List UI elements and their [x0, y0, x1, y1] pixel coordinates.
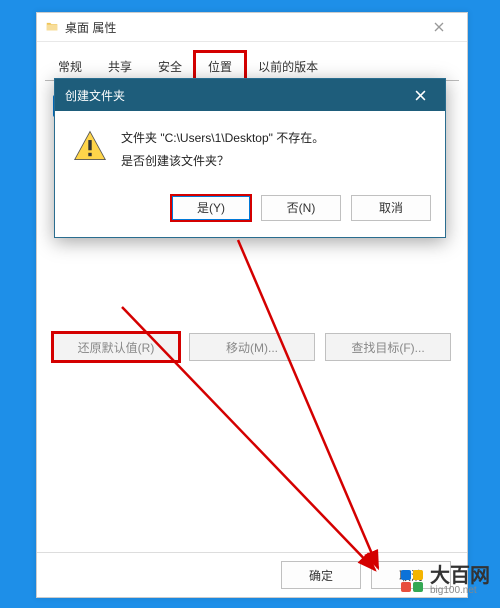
tab-location[interactable]: 位置: [195, 52, 245, 81]
window-close-button[interactable]: [419, 13, 459, 41]
tab-security[interactable]: 安全: [145, 52, 195, 80]
action-button-row: 还原默认值(R) 移动(M)... 查找目标(F)...: [53, 333, 451, 361]
close-icon: [415, 90, 426, 101]
move-button[interactable]: 移动(M)...: [189, 333, 315, 361]
folder-icon: [45, 20, 59, 34]
dialog-close-button[interactable]: [405, 79, 435, 111]
dialog-title-bar: 创建文件夹: [55, 79, 445, 111]
title-bar: 桌面 属性: [37, 13, 467, 42]
close-icon: [434, 22, 444, 32]
dialog-message: 文件夹 "C:\Users\1\Desktop" 不存在。 是否创建该文件夹？: [121, 127, 324, 173]
window-title: 桌面 属性: [65, 19, 116, 36]
find-target-button[interactable]: 查找目标(F)...: [325, 333, 451, 361]
dialog-cancel-button[interactable]: 取消: [351, 195, 431, 221]
dialog-message-line1: 文件夹 "C:\Users\1\Desktop" 不存在。: [121, 127, 324, 150]
watermark-domain: big100.net: [430, 586, 490, 596]
warning-icon: [73, 129, 107, 163]
watermark-logo-icon: [400, 569, 424, 593]
tab-sharing[interactable]: 共享: [95, 52, 145, 80]
restore-defaults-button[interactable]: 还原默认值(R): [53, 333, 179, 361]
create-folder-dialog: 创建文件夹 文件夹 "C:\Users\1\Desktop" 不存在。 是否创建…: [54, 78, 446, 238]
ok-button[interactable]: 确定: [281, 561, 361, 589]
tab-previous-versions[interactable]: 以前的版本: [245, 52, 331, 80]
watermark: 大百网 big100.net: [400, 566, 490, 596]
dialog-no-button[interactable]: 否(N): [261, 195, 341, 221]
tab-general[interactable]: 常规: [45, 52, 95, 80]
dialog-yes-button[interactable]: 是(Y): [171, 195, 251, 221]
watermark-name: 大百网: [430, 566, 490, 586]
tab-strip: 常规 共享 安全 位置 以前的版本: [37, 42, 467, 80]
dialog-button-row: 是(Y) 否(N) 取消: [55, 185, 445, 237]
dialog-message-line2: 是否创建该文件夹？: [121, 150, 324, 173]
dialog-title: 创建文件夹: [65, 87, 125, 104]
